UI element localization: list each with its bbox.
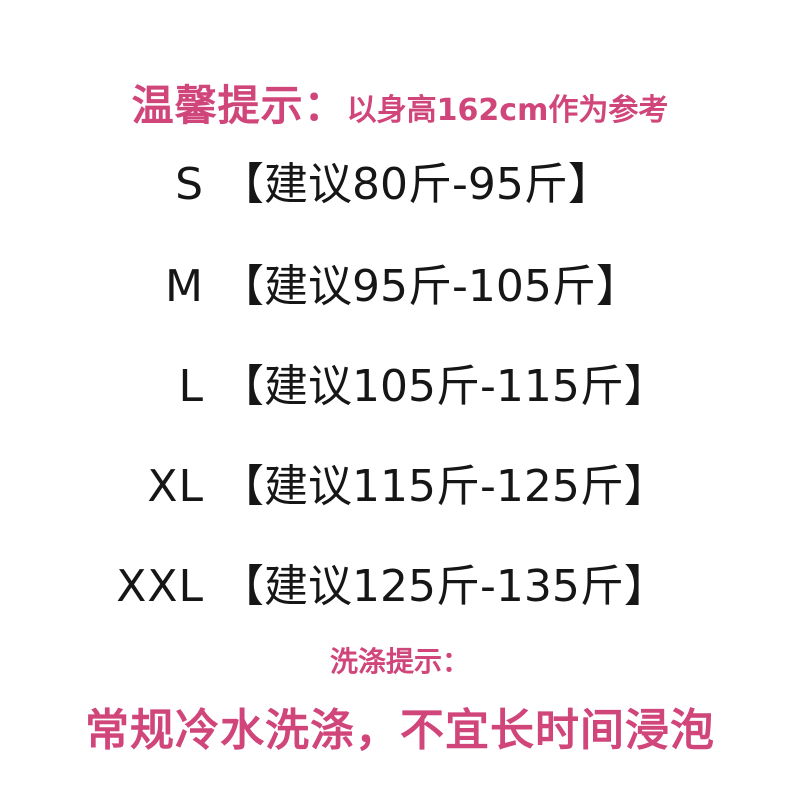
size-weight-range: 【建议80斤-95斤】 xyxy=(220,159,612,210)
size-code: M xyxy=(165,261,204,312)
size-row-l: L 【建议105斤-115斤】 xyxy=(0,352,800,422)
wash-tip-title: 洗涤提示： xyxy=(329,645,470,678)
size-code: S xyxy=(175,159,204,210)
size-row-xxl: XXL 【建议125斤-135斤】 xyxy=(0,552,800,622)
size-weight-range: 【建议105斤-115斤】 xyxy=(220,361,668,412)
wash-instruction: 常规冷水洗涤，不宜长时间浸泡 xyxy=(85,705,715,756)
tip-height-note: 以身高162cm作为参考 xyxy=(346,93,669,128)
tip-title: 温馨提示： xyxy=(131,81,347,130)
size-code: XL xyxy=(147,461,204,512)
size-weight-range: 【建议125斤-135斤】 xyxy=(220,561,668,612)
size-row-xl: XL 【建议115斤-125斤】 xyxy=(0,452,800,522)
size-row-m: M 【建议95斤-105斤】 xyxy=(0,252,800,322)
size-code: XXL xyxy=(116,561,204,612)
size-row-s: S 【建议80斤-95斤】 xyxy=(0,150,800,220)
size-weight-range: 【建议115斤-125斤】 xyxy=(220,461,668,512)
size-weight-range: 【建议95斤-105斤】 xyxy=(220,261,640,312)
size-code: L xyxy=(178,361,204,412)
size-tip-line: 温馨提示：以身高162cm作为参考 xyxy=(0,72,800,133)
